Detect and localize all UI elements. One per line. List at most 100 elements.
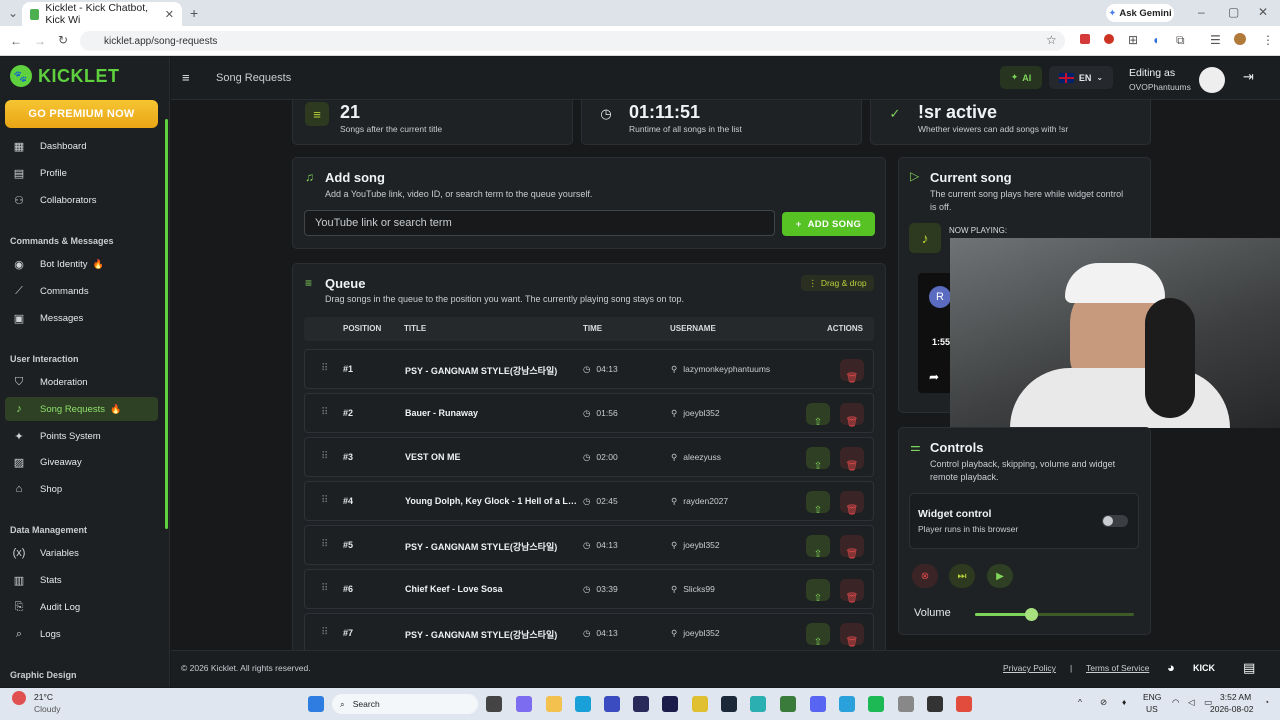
delete-song-button[interactable]: 🗑 [840,535,864,560]
sidebar-item-logs[interactable]: ⌕ Logs [5,622,158,646]
browser-menu-icon[interactable]: ⋮ [1262,33,1274,47]
drag-handle-icon[interactable]: ⠿ [321,363,328,374]
back-icon[interactable]: ← [10,34,22,48]
move-to-top-button[interactable]: ⇧ [806,491,830,516]
queue-row[interactable]: ⠿ #3 VEST ON ME ◷ 02:00 ⚲ aleezyuss ⇧ 🗑 [304,437,874,477]
file-explorer-icon[interactable] [546,696,562,712]
tray-overflow-icon[interactable]: ^ [1078,697,1082,707]
reload-icon[interactable]: ↻ [58,33,68,47]
app-icon[interactable] [692,696,708,712]
spotify-icon[interactable] [868,696,884,712]
queue-row[interactable]: ⠿ #4 Young Dolph, Key Glock - 1 Hell of a … [304,481,874,521]
delete-song-button[interactable]: 🗑 [840,491,864,516]
sidebar-item-stats[interactable]: ▥ Stats [5,568,158,592]
sidebar-item-collaborators[interactable]: ⚇ Collaborators [5,188,158,212]
wifi-icon[interactable]: ◠ [1172,697,1179,708]
skip-button[interactable]: ⏭ [949,564,975,588]
discord-icon[interactable]: ◕ [1167,660,1175,675]
add-song-button[interactable]: + ADD SONG [782,212,875,236]
sidebar-item-commands[interactable]: ⟋ Commands [5,279,158,303]
share-icon[interactable]: ➦ [929,370,939,384]
delete-song-button[interactable]: 🗑 [840,403,864,428]
sidebar-scrollbar[interactable] [165,119,168,529]
delete-song-button[interactable]: 🗑 [840,359,864,384]
queue-row[interactable]: ⠿ #7 PSY - GANGNAM STYLE(강남스타일) ◷ 04:13 ⚲ joey… [304,613,874,653]
queue-row[interactable]: ⠿ #6 Chief Keef - Love Sosa ◷ 03:39 ⚲ Slicks99… [304,569,874,609]
drag-handle-icon[interactable]: ⠿ [321,451,328,462]
task-view-icon[interactable] [486,696,502,712]
discord-taskbar-icon[interactable] [810,696,826,712]
logout-icon[interactable]: ⇥ [1243,69,1254,85]
song-search-input[interactable]: YouTube link or search term [304,210,775,236]
forward-icon[interactable]: → [34,34,46,48]
menu-toggle-icon[interactable]: ≡ [182,70,190,85]
keyboard-layout[interactable]: US [1146,704,1158,714]
sidebar-item-messages[interactable]: ▣ Messages [5,306,158,330]
extension-icon[interactable] [1080,34,1090,44]
delete-song-button[interactable]: 🗑 [840,623,864,648]
docs-icon[interactable]: ▤ [1243,660,1255,676]
weather-icon[interactable] [12,691,26,705]
sidebar-item-dashboard[interactable]: ▦ Dashboard [5,134,158,158]
premiere-icon[interactable] [662,696,678,712]
address-bar[interactable]: kicklet.app/song-requests [80,31,1065,51]
queue-row[interactable]: ⠿ #1 PSY - GANGNAM STYLE(강남스타일) ◷ 04:13 ⚲ lazy… [304,349,874,389]
queue-row[interactable]: ⠿ #2 Bauer - Runaway ◷ 01:56 ⚲ joeybl352 ⇧ 🗑 [304,393,874,433]
drag-handle-icon[interactable]: ⠿ [321,539,328,550]
delete-song-button[interactable]: 🗑 [840,579,864,604]
kicklet-logo[interactable]: 🐾 KICKLET [10,65,120,87]
windows-start-icon[interactable] [308,696,324,712]
app-icon[interactable] [780,696,796,712]
edge-icon[interactable] [575,696,591,712]
move-to-top-button[interactable]: ⇧ [806,403,830,428]
drag-handle-icon[interactable]: ⠿ [321,495,328,506]
queue-row[interactable]: ⠿ #5 PSY - GANGNAM STYLE(강남스타일) ◷ 04:13 ⚲ joey… [304,525,874,565]
privacy-policy-link[interactable]: Privacy Policy [1003,663,1056,673]
user-avatar[interactable] [1199,67,1225,93]
delete-song-button[interactable]: 🗑 [840,447,864,472]
widget-control-toggle[interactable] [1102,515,1128,527]
extensions-puzzle-icon[interactable]: ⧉ [1176,33,1185,48]
reading-list-icon[interactable]: ☰ [1210,33,1221,47]
sidebar-item-profile[interactable]: ▤ Profile [5,161,158,185]
drag-handle-icon[interactable]: ⠿ [321,407,328,418]
sidebar-item-variables[interactable]: (x) Variables [5,541,158,565]
terms-of-service-link[interactable]: Terms of Service [1086,663,1149,673]
bookmark-star-icon[interactable]: ☆ [1046,33,1057,47]
maximize-icon[interactable]: ▢ [1228,5,1239,19]
drag-handle-icon[interactable]: ⠿ [321,627,328,638]
chrome-icon[interactable] [956,696,972,712]
extension-icon[interactable] [1104,34,1114,44]
stop-button[interactable]: ⊗ [912,564,938,588]
volume-knob[interactable] [1024,608,1038,621]
minimize-icon[interactable]: – [1198,5,1205,19]
move-to-top-button[interactable]: ⇧ [806,623,830,648]
play-button[interactable]: ▶ [987,564,1013,588]
steam-icon[interactable] [721,696,737,712]
mic-icon[interactable]: ♦ [1122,697,1126,707]
language-indicator[interactable]: ENG [1143,692,1161,702]
language-select[interactable]: EN ⌄ [1049,66,1113,89]
app-icon[interactable] [898,696,914,712]
notifications-icon[interactable]: ◔ [1264,697,1269,707]
taskbar-search[interactable]: ⌕ Search [332,694,478,714]
ask-gemini-button[interactable]: ✦ Ask Gemini [1106,4,1174,22]
ai-button[interactable]: ✦ AI [1000,66,1042,89]
sidebar-item-bot-identity[interactable]: ◉ Bot Identity 🔥 [5,252,158,276]
volume-tray-icon[interactable]: ◁ [1188,697,1195,708]
clock-date[interactable]: 2026-08-02 [1210,704,1253,714]
sidebar-item-song-requests[interactable]: ♪ Song Requests 🔥 [5,397,158,421]
move-to-top-button[interactable]: ⇧ [806,535,830,560]
move-to-top-button[interactable]: ⇧ [806,447,830,472]
tab-list-icon[interactable]: ⌄ [8,6,18,20]
sidebar-item-audit-log[interactable]: ⎘ Audit Log [5,595,158,619]
nzxt-icon[interactable] [633,696,649,712]
copilot-icon[interactable] [516,696,532,712]
new-tab-icon[interactable]: + [190,5,198,21]
move-to-top-button[interactable]: ⇧ [806,579,830,604]
sidebar-item-moderation[interactable]: ⛉ Moderation [5,370,158,394]
obs-icon[interactable] [927,696,943,712]
browser-tab[interactable]: Kicklet - Kick Chatbot, Kick Wi ✕ [22,2,182,26]
network-icon[interactable]: ⊘ [1100,697,1107,708]
kick-icon[interactable]: KICK [1193,663,1215,673]
